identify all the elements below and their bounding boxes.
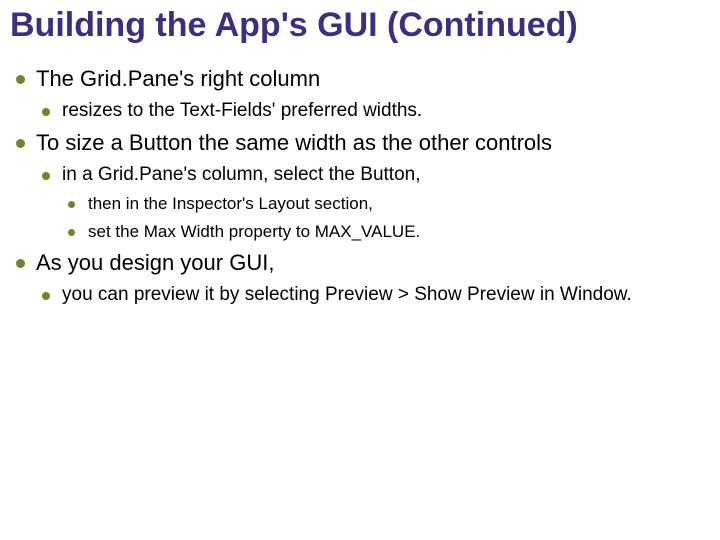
list-item: To size a Button the same width as the o…: [10, 130, 702, 242]
slide-title: Building the App's GUI (Continued): [10, 6, 702, 44]
bullet-text: resizes to the Text-Fields' preferred wi…: [62, 100, 422, 121]
list-item: in a Grid.Pane's column, select the Butt…: [36, 164, 702, 242]
list-item: you can preview it by selecting Preview …: [36, 284, 702, 306]
list-item: The Grid.Pane's right column resizes to …: [10, 66, 702, 122]
bullet-text: To size a Button the same width as the o…: [36, 130, 552, 155]
list-item: set the Max Width property to MAX_VALUE.: [62, 222, 702, 242]
sub-list: you can preview it by selecting Preview …: [36, 284, 702, 306]
bullet-list: The Grid.Pane's right column resizes to …: [10, 66, 702, 306]
list-item: As you design your GUI, you can preview …: [10, 250, 702, 306]
bullet-text: in a Grid.Pane's column, select the Butt…: [62, 164, 421, 185]
sub-list: in a Grid.Pane's column, select the Butt…: [36, 164, 702, 242]
bullet-text: then in the Inspector's Layout section,: [88, 194, 373, 213]
sub-list: resizes to the Text-Fields' preferred wi…: [36, 100, 702, 122]
bullet-text: you can preview it by selecting Preview …: [62, 284, 632, 305]
list-item: then in the Inspector's Layout section,: [62, 194, 702, 214]
sub-list: then in the Inspector's Layout section, …: [62, 194, 702, 242]
list-item: resizes to the Text-Fields' preferred wi…: [36, 100, 702, 122]
bullet-text: As you design your GUI,: [36, 250, 274, 275]
slide: Building the App's GUI (Continued) The G…: [0, 0, 720, 540]
bullet-text: set the Max Width property to MAX_VALUE.: [88, 222, 420, 241]
bullet-text: The Grid.Pane's right column: [36, 66, 320, 91]
